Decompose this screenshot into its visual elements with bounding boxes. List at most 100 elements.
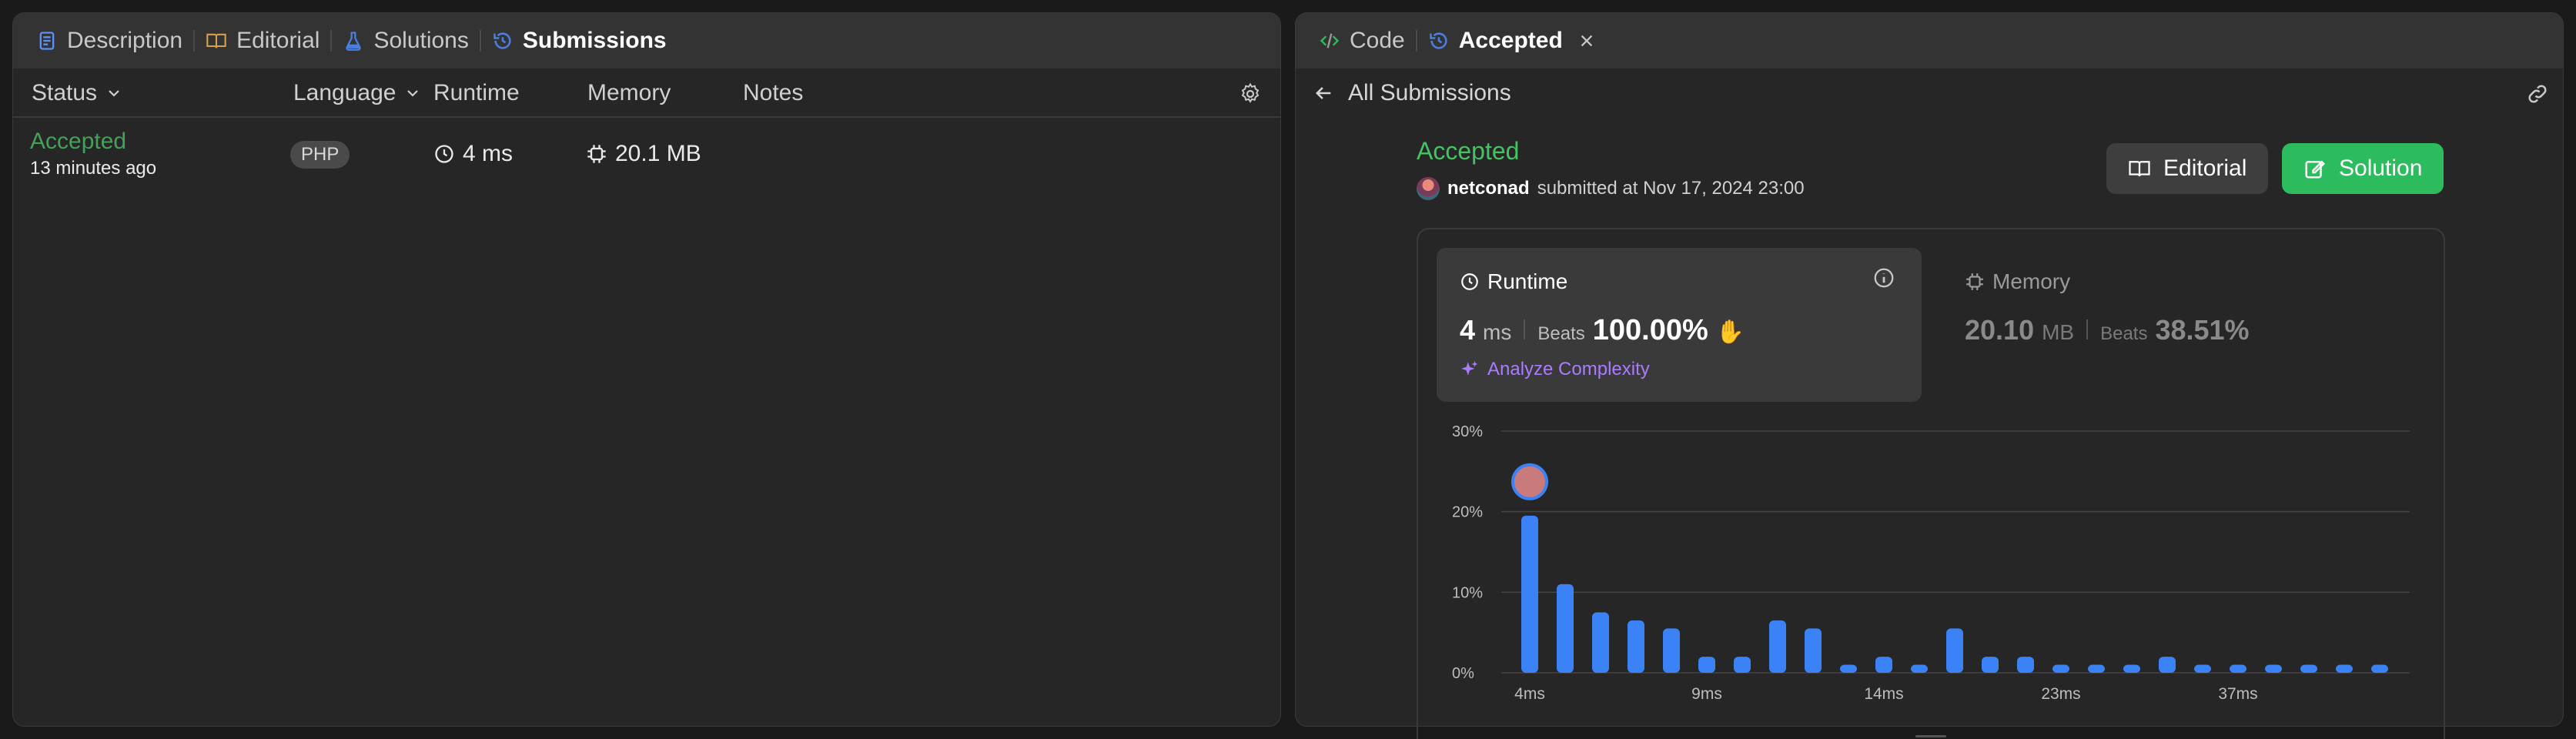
- clock-icon: [1461, 273, 1478, 290]
- submission-time: 13 minutes ago: [30, 158, 157, 179]
- runtime-title-label: Runtime: [1487, 269, 1568, 293]
- runtime-stats: 4 ms Beats 100.00% ✋: [1460, 314, 1745, 347]
- runtime-bar[interactable]: [1946, 628, 1963, 673]
- chip-icon: [587, 145, 606, 163]
- runtime-bar[interactable]: [1734, 657, 1751, 673]
- runtime-bar[interactable]: [2088, 664, 2105, 673]
- sparkle-icon: [1461, 361, 1478, 376]
- runtime-bar[interactable]: [2194, 664, 2211, 673]
- runtime-bar[interactable]: [1982, 657, 1999, 673]
- runtime-bar[interactable]: [1663, 628, 1680, 673]
- runtime-bar[interactable]: [2371, 664, 2388, 673]
- runtime-bar[interactable]: [2265, 664, 2282, 673]
- runtime-bar[interactable]: [2123, 664, 2140, 673]
- runtime-bar[interactable]: [1557, 584, 1574, 673]
- submissions-panel: Description Editorial Solutions Submissi…: [12, 12, 1281, 727]
- memory-title-label: Memory: [1992, 269, 2071, 293]
- runtime-bar[interactable]: [1769, 620, 1786, 673]
- tab-code[interactable]: Code: [1308, 13, 1416, 69]
- runtime-bar[interactable]: [2230, 664, 2246, 673]
- tab-editorial[interactable]: Editorial: [195, 13, 330, 69]
- stat-divider: [2086, 319, 2089, 339]
- tab-solutions[interactable]: Solutions: [332, 13, 479, 69]
- runtime-bar[interactable]: [1592, 612, 1609, 674]
- runtime-beats-value: 100.00%: [1592, 314, 1708, 346]
- memory-column-header: Memory: [587, 69, 671, 118]
- back-navigation[interactable]: All Submissions: [1296, 69, 2563, 118]
- memory-unit: MB: [2042, 320, 2075, 344]
- notes-header-label: Notes: [743, 80, 804, 105]
- stat-divider: [1524, 319, 1526, 339]
- tab-code-label: Code: [1350, 28, 1405, 53]
- tab-submissions[interactable]: Submissions: [481, 13, 677, 69]
- submission-status-title: Accepted: [1417, 137, 1520, 165]
- y-tick-label: 0%: [1452, 665, 1474, 682]
- runtime-bar[interactable]: [2052, 664, 2069, 673]
- chevron-down-icon: [407, 90, 419, 97]
- all-submissions-link[interactable]: All Submissions: [1348, 80, 1511, 106]
- link-icon[interactable]: [2526, 82, 2549, 105]
- runtime-bar[interactable]: [2336, 664, 2353, 673]
- submission-status[interactable]: Accepted: [30, 129, 126, 155]
- notes-column-header: Notes: [743, 69, 803, 118]
- solution-button[interactable]: Solution: [2282, 143, 2444, 194]
- username[interactable]: netconad: [1447, 178, 1530, 199]
- runtime-bar[interactable]: [1698, 657, 1715, 673]
- runtime-bar[interactable]: [1875, 657, 1892, 673]
- memory-cell: 20.1 MB: [586, 141, 701, 167]
- status-column-header[interactable]: Status: [32, 69, 123, 118]
- runtime-bar[interactable]: [1521, 515, 1538, 673]
- user-avatar-marker: [1511, 463, 1548, 500]
- x-tick-label: 23ms: [2041, 685, 2080, 703]
- settings-gear-icon[interactable]: [1239, 82, 1262, 105]
- runtime-beats-label: Beats: [1537, 323, 1585, 344]
- runtime-bar[interactable]: [1840, 664, 1857, 673]
- x-tick-label: 14ms: [1864, 685, 1903, 703]
- runtime-unit: ms: [1483, 320, 1512, 344]
- x-tick-label: 37ms: [2218, 685, 2257, 703]
- runtime-column-header: Runtime: [433, 69, 520, 118]
- runtime-bar[interactable]: [2017, 657, 2034, 673]
- memory-beats-label: Beats: [2100, 323, 2148, 344]
- submissions-table-header: Status Language Runtime Memory Notes: [13, 69, 1280, 118]
- book-icon: [2129, 161, 2150, 177]
- info-icon[interactable]: [1872, 266, 1895, 289]
- history-icon: [1429, 32, 1447, 49]
- chevron-down-icon: [109, 90, 119, 97]
- runtime-bar[interactable]: [1911, 664, 1928, 673]
- memory-summary[interactable]: Memory: [1965, 269, 2070, 294]
- editorial-button[interactable]: Editorial: [2106, 143, 2269, 194]
- tab-solutions-label: Solutions: [373, 28, 469, 53]
- runtime-bar[interactable]: [2300, 664, 2317, 673]
- avatar[interactable]: [1417, 177, 1440, 200]
- resize-handle[interactable]: [1915, 735, 1946, 737]
- tab-description-label: Description: [67, 28, 183, 53]
- tab-submissions-label: Submissions: [522, 28, 667, 53]
- runtime-bar[interactable]: [1805, 628, 1822, 673]
- arrow-left-icon: [1316, 87, 1331, 99]
- language-header-label: Language: [293, 80, 396, 105]
- submission-row[interactable]: Accepted 13 minutes ago PHP 4 ms 20.1 MB: [13, 118, 1280, 192]
- tab-editorial-label: Editorial: [236, 28, 320, 53]
- tab-description[interactable]: Description: [25, 13, 193, 69]
- y-tick-label: 20%: [1452, 504, 1483, 521]
- x-tick-label: 9ms: [1691, 685, 1722, 703]
- runtime-value: 4: [1460, 314, 1476, 346]
- runtime-header-label: Runtime: [433, 80, 520, 105]
- runtime-bar[interactable]: [2159, 657, 2176, 673]
- tab-accepted[interactable]: Accepted: [1417, 13, 1606, 69]
- x-tick-label: 4ms: [1514, 685, 1545, 703]
- analyze-complexity-label: Analyze Complexity: [1487, 359, 1650, 380]
- runtime-distribution-chart: 0% 10% 20% 30% 4ms 9ms 14ms 23ms 37ms: [1452, 423, 2410, 703]
- memory-header-label: Memory: [587, 80, 671, 105]
- chip-icon: [1966, 273, 1983, 290]
- language-column-header[interactable]: Language: [293, 69, 422, 118]
- language-badge: PHP: [290, 141, 350, 169]
- close-icon[interactable]: [1578, 32, 1595, 49]
- runtime-bar[interactable]: [1628, 620, 1644, 673]
- status-header-label: Status: [32, 80, 98, 105]
- runtime-cell: 4 ms: [433, 141, 513, 167]
- clap-icon: ✋: [1715, 319, 1745, 345]
- left-tab-bar: Description Editorial Solutions Submissi…: [13, 13, 1280, 69]
- analyze-complexity-link[interactable]: Analyze Complexity: [1460, 359, 1650, 380]
